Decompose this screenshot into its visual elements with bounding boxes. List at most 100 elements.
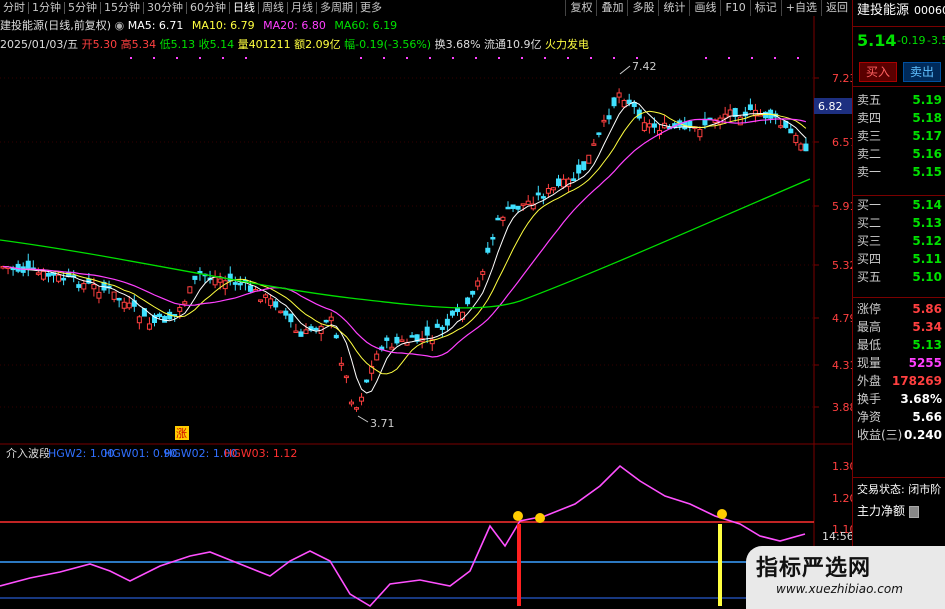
tab-period[interactable]: 30分钟 — [144, 0, 186, 16]
tab-period[interactable]: 周线 — [259, 0, 287, 16]
panel-stock-code: 000600 — [914, 4, 945, 17]
signal-dot — [130, 57, 132, 59]
row-value: 3.68% — [900, 392, 942, 406]
candle-body — [470, 290, 476, 295]
candle-body — [520, 203, 526, 206]
signal-dot — [199, 57, 201, 59]
tab-period[interactable]: 月线 — [288, 0, 316, 16]
candle-body — [778, 125, 784, 128]
sell-button[interactable]: 卖出 — [903, 62, 941, 82]
price-tick-label: 7.23 — [832, 72, 852, 85]
candle-body — [561, 178, 567, 188]
tab-period[interactable]: 1分钟 — [29, 0, 64, 16]
toolbar-button[interactable]: 返回 — [821, 0, 852, 16]
candle-body — [485, 247, 491, 253]
candle-body — [621, 100, 627, 108]
toolbar-button[interactable]: 画线 — [689, 0, 720, 16]
candle-body — [525, 200, 531, 205]
stat-row: 外盘 178269 — [855, 372, 944, 390]
row-value: 178269 — [891, 374, 942, 388]
quote-panel: 建投能源 000600 5.14 -0.19 -3.56 买入 卖出 卖五 5.1… — [852, 0, 945, 609]
candle-body — [510, 204, 516, 209]
period-tabs: 分时 1分钟 5分钟 15分钟 30分钟 60分钟 日线 周线 月线 多周期 更多 — [0, 0, 385, 16]
quote-change: 幅-0.19(-3.56%) — [344, 38, 432, 51]
bid-row: 买五 5.10 — [855, 268, 944, 286]
candle-body — [25, 260, 31, 269]
tab-period[interactable]: 分时 — [0, 0, 28, 16]
buy-button[interactable]: 买入 — [859, 62, 897, 82]
row-value: 5.34 — [912, 320, 942, 334]
signal-dot — [498, 57, 500, 59]
signal-dot — [797, 57, 799, 59]
bid-row: 买一 5.14 — [855, 196, 944, 214]
chart-background — [0, 16, 852, 609]
ma20-label: MA20: 6.80 — [263, 19, 326, 32]
toolbar-button[interactable]: 统计 — [658, 0, 689, 16]
candle-body — [96, 291, 102, 299]
tab-period[interactable]: 更多 — [357, 0, 385, 16]
candle-body — [354, 407, 359, 410]
candle-body — [576, 164, 582, 174]
indicator-tick-label: 1.20 — [832, 492, 852, 505]
kline-chart[interactable]: 7.23 6.57 5.91 5.32 4.79 4.31 3.88 6.82 7.42 3.71… — [0, 16, 852, 609]
tab-period[interactable]: 15分钟 — [101, 0, 143, 16]
quote-low: 低5.13 — [159, 38, 196, 51]
trade-status: 交易状态: 闭市阶 — [855, 481, 944, 499]
low-annotation: 3.71 — [370, 417, 395, 430]
candle-body — [338, 362, 344, 366]
row-label: 买一 — [857, 198, 882, 212]
watermark-url: www.xuezhibiao.com — [776, 582, 903, 596]
candle-body — [798, 143, 804, 151]
toolbar-button[interactable]: 多股 — [627, 0, 658, 16]
candle-body — [182, 301, 188, 305]
settings-icon[interactable]: ◉ — [115, 19, 125, 32]
candle-body — [389, 346, 395, 350]
signal-dot — [153, 57, 155, 59]
candle-body — [146, 323, 152, 330]
row-label: 买四 — [857, 252, 882, 266]
ask-row: 卖四 5.18 — [855, 109, 944, 127]
indicator-legend: HGW03: 1.12 — [224, 447, 297, 460]
candle-body — [793, 134, 799, 144]
tab-period[interactable]: 日线 — [230, 0, 258, 16]
candle-body — [121, 301, 127, 309]
price-tick-label: 4.31 — [832, 359, 852, 372]
row-value: 5.13 — [912, 216, 942, 230]
quote-amount: 额2.09亿 — [294, 38, 341, 51]
price-tick-label: 5.91 — [832, 200, 852, 213]
candle-body — [394, 336, 400, 344]
toolbar-button[interactable]: 标记 — [749, 0, 781, 16]
candle-body — [35, 272, 41, 275]
row-label: 买三 — [857, 234, 882, 248]
tab-period[interactable]: 多周期 — [317, 0, 356, 16]
row-label: 现量 — [857, 356, 882, 370]
signal-dot — [383, 57, 385, 59]
main-net-row[interactable]: 主力净额 — [855, 502, 944, 520]
trade-status-label: 交易状态: 闭市阶 — [857, 483, 942, 496]
candle-body — [465, 297, 471, 305]
toolbar-button[interactable]: F10 — [720, 0, 749, 16]
candle-body — [364, 379, 370, 383]
panel-price: 5.14 — [857, 31, 897, 50]
tab-period[interactable]: 60分钟 — [187, 0, 229, 16]
indicator-time-label: 14:56 — [822, 530, 852, 543]
candle-body — [586, 154, 592, 164]
row-label: 买二 — [857, 216, 882, 230]
toolbar-button[interactable]: 叠加 — [596, 0, 627, 16]
candle-body — [157, 313, 163, 318]
candle-body — [247, 285, 253, 292]
candle-body — [111, 291, 117, 300]
signal-dot — [590, 57, 592, 59]
toolbar-button[interactable]: +自选 — [780, 0, 821, 16]
candle-body — [162, 315, 168, 323]
signal-dot — [774, 57, 776, 59]
candle-body — [76, 284, 82, 288]
signal-dot — [222, 57, 224, 59]
row-label: 最低 — [857, 338, 882, 352]
signal-dot — [544, 57, 546, 59]
toolbar-button[interactable]: 复权 — [565, 0, 596, 16]
tab-period[interactable]: 5分钟 — [65, 0, 100, 16]
candle-body — [283, 310, 289, 316]
candle-body — [409, 335, 415, 338]
watermark-logo: 指标严选网 www.xuezhibiao.com — [746, 546, 945, 609]
